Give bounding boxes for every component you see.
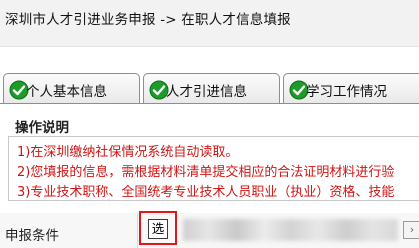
tab-label: 个人基本信息 (26, 84, 107, 100)
instructions-title: 操作说明 (15, 120, 69, 136)
blurred-condition-value (183, 219, 398, 241)
tab-talent-intro-info[interactable]: 人才引进信息 (143, 73, 280, 103)
expand-icon[interactable]: › (403, 221, 419, 239)
instruction-item: 1)在深圳缴纳社保情况系统自动读取。 (17, 145, 239, 160)
tab-label: 学习工作情况 (306, 84, 387, 100)
tab-personal-info[interactable]: 个人基本信息 (3, 73, 140, 103)
tab-label: 人才引进信息 (166, 84, 247, 100)
tabs-baseline (0, 103, 419, 104)
instructions-box: 1)在深圳缴纳社保情况系统自动读取。 2)您填报的信息，需根据材料清单提交相应的… (8, 136, 419, 201)
instruction-item: 2)您填报的信息，需根据材料清单提交相应的合法证明材料进行验 (17, 165, 395, 180)
tab-study-work[interactable]: 学习工作情况 (283, 73, 419, 103)
header-divider (0, 46, 419, 47)
instruction-item: 3)专业技术职称、全国统考专业技术人员职业（执业）资格、技能 (17, 185, 395, 200)
application-condition-label: 申报条件 (5, 228, 59, 244)
select-condition-button[interactable]: 选 (148, 219, 168, 239)
page-breadcrumb-title: 深圳市人才引进业务申报 -> 在职人才信息填报 (5, 12, 291, 28)
header-bar: 深圳市人才引进业务申报 -> 在职人才信息填报 (0, 0, 419, 46)
form-cell-divider (137, 213, 138, 248)
